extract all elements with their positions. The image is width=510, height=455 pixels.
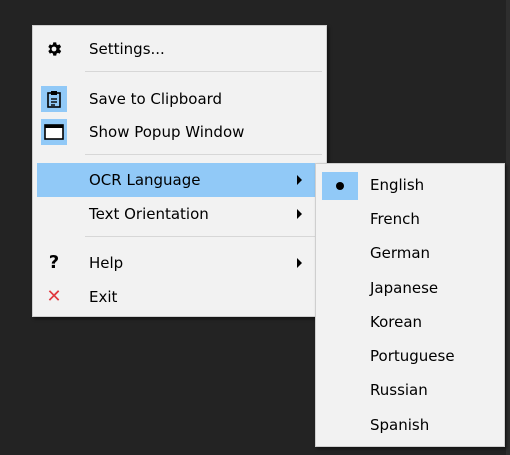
menu-item-label: Help bbox=[89, 254, 124, 272]
question-icon: ? bbox=[48, 252, 60, 273]
radio-selected-indicator bbox=[322, 172, 358, 200]
window-icon bbox=[41, 119, 67, 145]
clipboard-icon bbox=[41, 86, 67, 112]
menu-item-text-orientation[interactable]: Text Orientation bbox=[37, 197, 322, 231]
language-label: Portuguese bbox=[370, 347, 455, 365]
language-label: French bbox=[370, 210, 420, 228]
ocr-language-submenu: English French German Japanese Korean Po… bbox=[315, 163, 505, 447]
menu-item-save-to-clipboard[interactable]: Save to Clipboard bbox=[37, 82, 322, 116]
menu-item-settings[interactable]: Settings... bbox=[37, 32, 322, 66]
bullet-icon bbox=[336, 182, 344, 190]
menu-item-exit[interactable]: ✕ Exit bbox=[37, 280, 322, 314]
language-item-russian[interactable]: Russian bbox=[320, 373, 500, 407]
menu-item-label: Show Popup Window bbox=[89, 123, 245, 141]
menu-item-label: Settings... bbox=[89, 40, 165, 58]
menu-separator bbox=[85, 71, 322, 72]
menu-item-show-popup-window[interactable]: Show Popup Window bbox=[37, 115, 322, 149]
close-icon: ✕ bbox=[46, 286, 62, 307]
language-label: German bbox=[370, 244, 431, 262]
language-label: English bbox=[370, 176, 425, 194]
menu-item-label: Save to Clipboard bbox=[89, 90, 223, 108]
chevron-right-icon bbox=[297, 175, 302, 185]
menu-item-ocr-language[interactable]: OCR Language bbox=[37, 163, 322, 197]
chevron-right-icon bbox=[297, 258, 302, 268]
language-item-japanese[interactable]: Japanese bbox=[320, 271, 500, 305]
language-item-german[interactable]: German bbox=[320, 236, 500, 270]
language-item-korean[interactable]: Korean bbox=[320, 305, 500, 339]
language-item-english[interactable]: English bbox=[320, 168, 500, 202]
language-label: Russian bbox=[370, 381, 428, 399]
menu-item-label: Exit bbox=[89, 288, 118, 306]
menu-item-label: Text Orientation bbox=[89, 205, 209, 223]
language-label: Spanish bbox=[370, 416, 430, 434]
chevron-right-icon bbox=[297, 209, 302, 219]
context-menu: Settings... Save to Clipboard Show Popup… bbox=[32, 25, 327, 317]
window-edge bbox=[506, 0, 510, 455]
language-item-spanish[interactable]: Spanish bbox=[320, 408, 500, 442]
menu-separator bbox=[85, 154, 322, 155]
language-label: Korean bbox=[370, 313, 423, 331]
language-item-french[interactable]: French bbox=[320, 202, 500, 236]
menu-separator bbox=[85, 236, 322, 237]
language-label: Japanese bbox=[370, 279, 439, 297]
language-item-portuguese[interactable]: Portuguese bbox=[320, 339, 500, 373]
gear-icon bbox=[41, 36, 67, 62]
menu-item-help[interactable]: ? Help bbox=[37, 246, 322, 280]
menu-item-label: OCR Language bbox=[89, 171, 201, 189]
